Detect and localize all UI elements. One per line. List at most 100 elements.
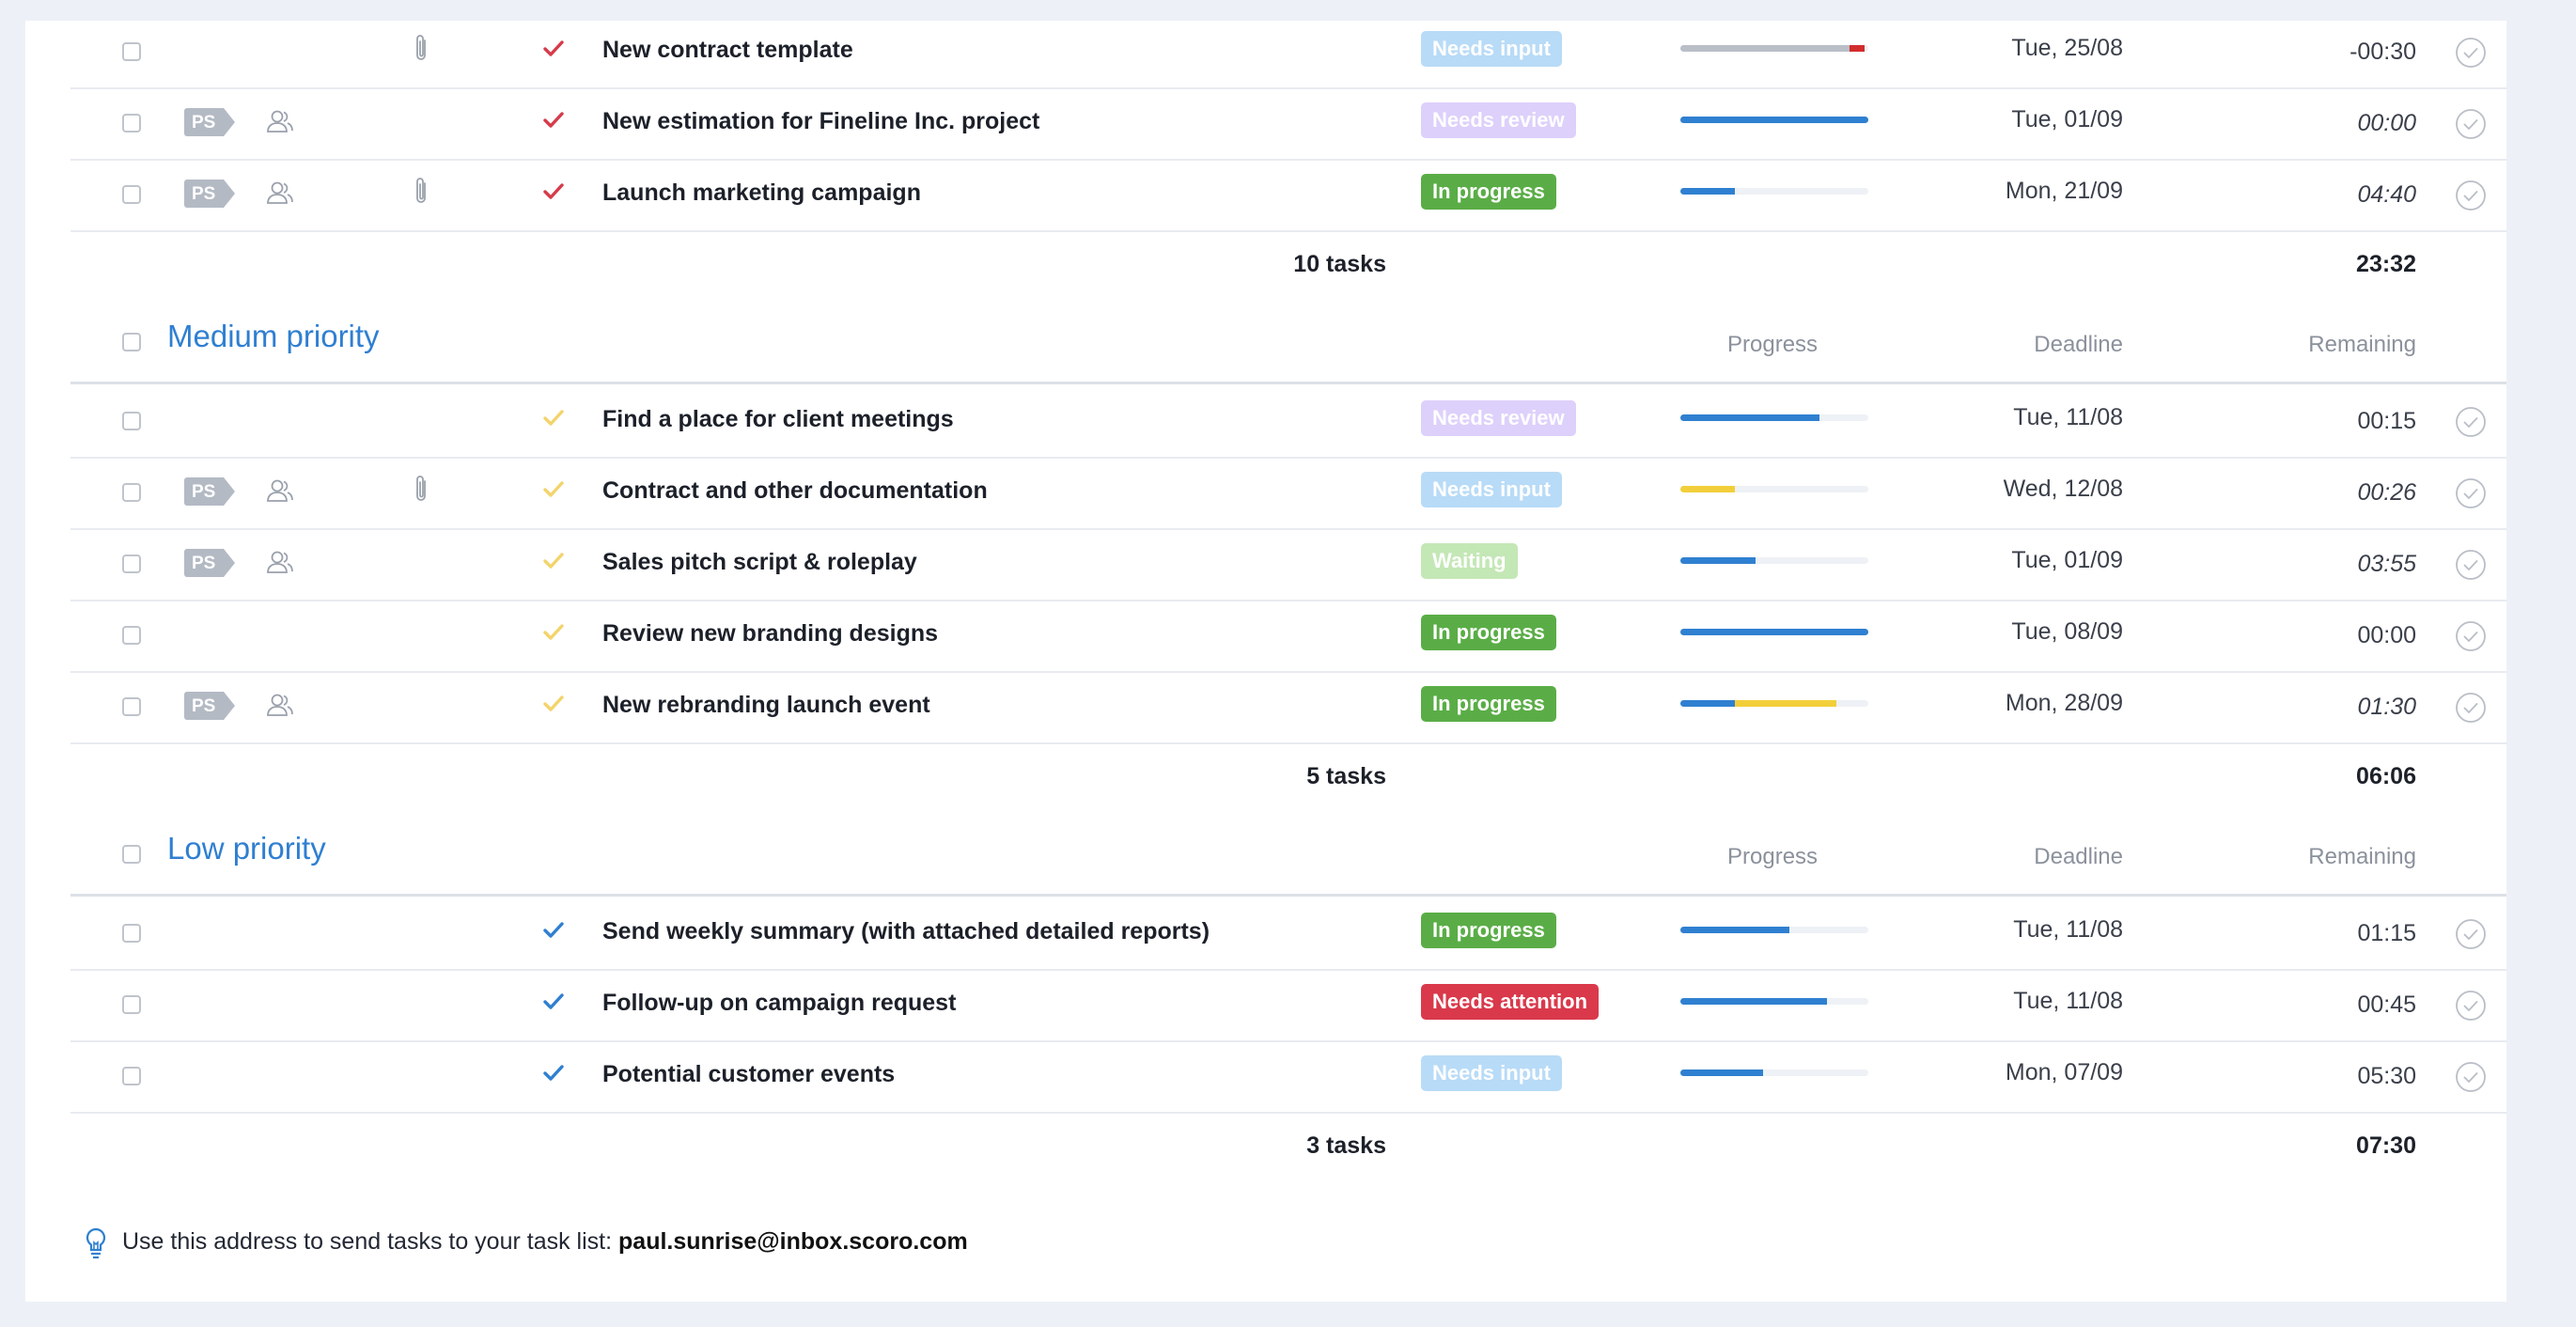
task-remaining[interactable]: 00:00 bbox=[2357, 622, 2416, 649]
task-remaining[interactable]: -00:30 bbox=[2350, 39, 2416, 66]
complete-circle-icon[interactable] bbox=[2455, 108, 2487, 140]
task-remaining[interactable]: 00:15 bbox=[2357, 408, 2416, 435]
task-checkbox[interactable] bbox=[122, 483, 141, 502]
task-checkbox[interactable] bbox=[122, 114, 141, 133]
task-row[interactable] bbox=[70, 159, 2506, 232]
task-checkbox[interactable] bbox=[122, 924, 141, 943]
assignee-tag[interactable]: PS bbox=[184, 549, 237, 577]
inbox-address-note: Use this address to send tasks to your t… bbox=[122, 1228, 968, 1256]
complete-circle-icon[interactable] bbox=[2455, 620, 2487, 652]
task-title[interactable]: New contract template bbox=[602, 37, 853, 64]
column-header-deadline[interactable]: Deadline bbox=[2034, 844, 2123, 870]
assignee-tag[interactable]: PS bbox=[184, 108, 237, 136]
task-deadline[interactable]: Mon, 28/09 bbox=[2006, 690, 2123, 717]
status-badge[interactable]: In progress bbox=[1421, 174, 1556, 210]
paperclip-icon[interactable] bbox=[412, 33, 432, 65]
complete-circle-icon[interactable] bbox=[2455, 1061, 2487, 1093]
complete-circle-icon[interactable] bbox=[2455, 180, 2487, 211]
task-row[interactable] bbox=[70, 385, 2506, 459]
complete-circle-icon[interactable] bbox=[2455, 406, 2487, 438]
complete-circle-icon[interactable] bbox=[2455, 918, 2487, 950]
task-row[interactable] bbox=[70, 1040, 2506, 1114]
task-remaining[interactable]: 03:55 bbox=[2357, 551, 2416, 578]
task-deadline[interactable]: Tue, 11/08 bbox=[2013, 916, 2123, 944]
status-badge[interactable]: Needs review bbox=[1421, 102, 1576, 138]
column-header-remaining[interactable]: Remaining bbox=[2308, 332, 2416, 358]
assignee-tag[interactable]: PS bbox=[184, 180, 237, 208]
group-title[interactable]: Medium priority bbox=[167, 319, 380, 354]
task-title[interactable]: Send weekly summary (with attached detai… bbox=[602, 918, 1210, 945]
task-row[interactable] bbox=[70, 87, 2506, 161]
status-badge[interactable]: In progress bbox=[1421, 615, 1556, 650]
status-badge[interactable]: In progress bbox=[1421, 913, 1556, 948]
group-select-checkbox[interactable] bbox=[122, 845, 141, 864]
task-row[interactable] bbox=[70, 16, 2506, 89]
task-checkbox[interactable] bbox=[122, 185, 141, 204]
task-title[interactable]: Sales pitch script & roleplay bbox=[602, 549, 917, 576]
task-row[interactable] bbox=[70, 671, 2506, 744]
column-header-remaining[interactable]: Remaining bbox=[2308, 844, 2416, 870]
progress-bar bbox=[1680, 486, 1868, 492]
complete-circle-icon[interactable] bbox=[2455, 37, 2487, 69]
status-badge[interactable]: Needs input bbox=[1421, 472, 1562, 507]
task-checkbox[interactable] bbox=[122, 554, 141, 573]
task-deadline[interactable]: Wed, 12/08 bbox=[2004, 476, 2123, 503]
task-deadline[interactable]: Mon, 21/09 bbox=[2006, 178, 2123, 205]
inbox-email[interactable]: paul.sunrise@inbox.scoro.com bbox=[618, 1228, 968, 1255]
group-select-checkbox[interactable] bbox=[122, 333, 141, 351]
status-badge[interactable]: Needs input bbox=[1421, 1055, 1562, 1091]
task-row[interactable] bbox=[70, 898, 2506, 971]
task-title[interactable]: New rebranding launch event bbox=[602, 692, 930, 719]
column-header-progress[interactable]: Progress bbox=[1727, 332, 1818, 358]
task-checkbox[interactable] bbox=[122, 995, 141, 1014]
complete-circle-icon[interactable] bbox=[2455, 990, 2487, 1022]
task-deadline[interactable]: Tue, 08/09 bbox=[2011, 618, 2123, 646]
task-remaining[interactable]: 04:40 bbox=[2357, 181, 2416, 209]
status-badge[interactable]: Needs attention bbox=[1421, 984, 1600, 1020]
status-badge[interactable]: Waiting bbox=[1421, 543, 1518, 579]
task-title[interactable]: Follow-up on campaign request bbox=[602, 990, 956, 1017]
column-header-deadline[interactable]: Deadline bbox=[2034, 332, 2123, 358]
paperclip-icon[interactable] bbox=[412, 474, 432, 506]
task-title[interactable]: New estimation for Fineline Inc. project bbox=[602, 108, 1039, 135]
task-deadline[interactable]: Tue, 01/09 bbox=[2011, 547, 2123, 574]
task-remaining[interactable]: 00:45 bbox=[2357, 991, 2416, 1019]
task-remaining[interactable]: 01:30 bbox=[2357, 694, 2416, 721]
group-title[interactable]: Low priority bbox=[167, 831, 326, 866]
status-badge[interactable]: Needs input bbox=[1421, 31, 1562, 67]
complete-circle-icon[interactable] bbox=[2455, 692, 2487, 724]
task-remaining[interactable]: 00:26 bbox=[2357, 479, 2416, 507]
task-deadline[interactable]: Tue, 01/09 bbox=[2011, 106, 2123, 133]
assignee-tag[interactable]: PS bbox=[184, 477, 237, 506]
group-task-count: 10 tasks bbox=[1293, 251, 1386, 277]
column-header-progress[interactable]: Progress bbox=[1727, 844, 1818, 870]
task-deadline[interactable]: Mon, 07/09 bbox=[2006, 1059, 2123, 1086]
complete-circle-icon[interactable] bbox=[2455, 477, 2487, 509]
paperclip-icon[interactable] bbox=[412, 176, 432, 208]
progress-bar bbox=[1680, 927, 1868, 933]
task-row[interactable] bbox=[70, 969, 2506, 1042]
assignee-tag[interactable]: PS bbox=[184, 692, 237, 720]
task-title[interactable]: Find a place for client meetings bbox=[602, 406, 954, 433]
status-badge[interactable]: In progress bbox=[1421, 686, 1556, 722]
task-checkbox[interactable] bbox=[122, 697, 141, 716]
complete-circle-icon[interactable] bbox=[2455, 549, 2487, 581]
task-title[interactable]: Launch marketing campaign bbox=[602, 180, 921, 207]
task-title[interactable]: Potential customer events bbox=[602, 1061, 895, 1088]
task-checkbox[interactable] bbox=[122, 42, 141, 61]
task-title[interactable]: Review new branding designs bbox=[602, 620, 938, 648]
task-remaining[interactable]: 01:15 bbox=[2357, 920, 2416, 947]
task-row[interactable] bbox=[70, 528, 2506, 601]
task-deadline[interactable]: Tue, 11/08 bbox=[2013, 988, 2123, 1015]
task-remaining[interactable]: 05:30 bbox=[2357, 1063, 2416, 1090]
task-checkbox[interactable] bbox=[122, 626, 141, 645]
task-remaining[interactable]: 00:00 bbox=[2357, 110, 2416, 137]
status-badge[interactable]: Needs review bbox=[1421, 400, 1576, 436]
task-deadline[interactable]: Tue, 11/08 bbox=[2013, 404, 2123, 431]
task-row[interactable] bbox=[70, 457, 2506, 530]
task-checkbox[interactable] bbox=[122, 1067, 141, 1085]
task-title[interactable]: Contract and other documentation bbox=[602, 477, 988, 505]
task-deadline[interactable]: Tue, 25/08 bbox=[2011, 35, 2123, 62]
task-checkbox[interactable] bbox=[122, 412, 141, 430]
task-row[interactable] bbox=[70, 600, 2506, 673]
